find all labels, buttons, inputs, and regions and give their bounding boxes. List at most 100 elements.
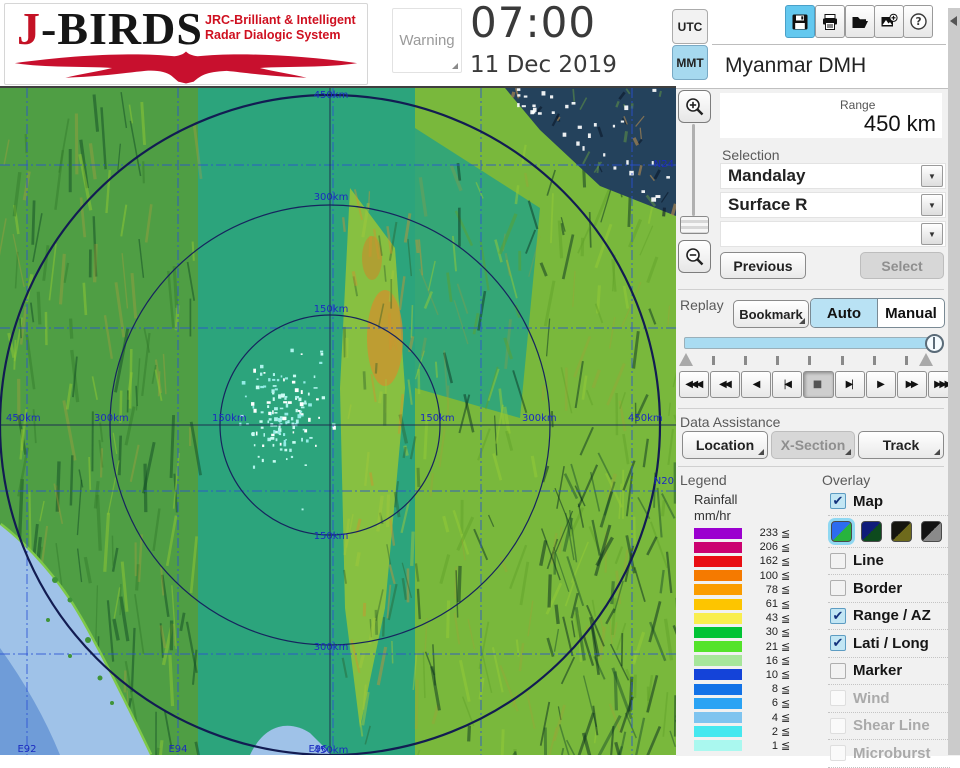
overlay-item-label: Wind (853, 690, 890, 707)
legend-value: 78 (742, 584, 778, 596)
clock-time: 07:00 (470, 0, 596, 47)
map-style-blue-green[interactable] (831, 521, 852, 542)
playback-jump-start-button[interactable]: ◀◀◀ (679, 371, 709, 398)
forward-fast-icon: ▶▶ (906, 379, 918, 390)
mmt-button[interactable]: MMT (672, 45, 708, 80)
save-button[interactable] (785, 5, 815, 38)
replay-slider-track[interactable] (684, 337, 934, 349)
legend-value: 233 (742, 527, 778, 539)
previous-button[interactable]: Previous (720, 252, 806, 279)
folder-icon (851, 13, 869, 31)
legend-color-swatch (694, 740, 742, 751)
unchecked-checkbox[interactable] (830, 690, 846, 706)
chevron-down-icon[interactable]: ▼ (921, 223, 943, 245)
overlay-item-label: Map (853, 493, 883, 510)
track-button[interactable]: Track (858, 431, 944, 459)
play-icon: ▶ (877, 379, 884, 390)
checked-checkbox[interactable]: ✔ (830, 635, 846, 651)
warning-button[interactable]: Warning (392, 8, 462, 73)
auto-button[interactable]: Auto (811, 299, 878, 327)
extra-dropdown[interactable]: ▼ (720, 221, 946, 247)
legend-value: 2 (742, 726, 778, 738)
product-dropdown[interactable]: Surface R ▼ (720, 192, 946, 218)
header-divider (712, 44, 946, 45)
unchecked-checkbox[interactable] (830, 718, 846, 734)
overlay-item-shear-line[interactable]: Shear Line (828, 713, 950, 741)
playback-play-button[interactable]: ▶ (866, 371, 896, 398)
radar-map-canvas[interactable]: 450km300km150km150km300km450km450km300km… (0, 88, 676, 755)
legend-color-swatch (694, 712, 742, 723)
playback-rewind-fast-button[interactable]: ◀◀ (710, 371, 740, 398)
slider-tick (712, 356, 715, 365)
header: J-BIRDS JRC-Brilliant & Intelligent Rada… (0, 0, 960, 88)
legend-value: 61 (742, 598, 778, 610)
panel-edge-strip[interactable] (948, 8, 960, 755)
radar-map[interactable]: 450km300km150km150km300km450km450km300km… (0, 86, 676, 755)
overlay-item-line[interactable]: Line (828, 548, 950, 576)
overlay-item-lati-long[interactable]: ✔Lati / Long (828, 630, 950, 658)
replay-slider-handle[interactable] (925, 334, 944, 353)
utc-button[interactable]: UTC (672, 9, 708, 44)
print-button[interactable] (815, 5, 845, 38)
legend-row: 10≦ (678, 668, 810, 682)
zoom-slider-track[interactable] (692, 124, 695, 216)
help-button[interactable]: ? (903, 5, 933, 38)
x-section-button[interactable]: X-Section (771, 431, 855, 459)
overlay-item-map[interactable]: ✔ Map (828, 488, 950, 516)
unchecked-checkbox[interactable] (830, 745, 846, 761)
unchecked-checkbox[interactable] (830, 553, 846, 569)
legend-title: Rainfall (694, 492, 737, 507)
legend-operator: ≦ (781, 555, 790, 568)
checked-checkbox[interactable]: ✔ (830, 608, 846, 624)
map-style-black-olive[interactable] (891, 521, 912, 542)
overlay-item-microburst[interactable]: Microburst (828, 740, 950, 768)
svg-text:N24: N24 (654, 159, 674, 170)
map-style-navy-darkgreen[interactable] (861, 521, 882, 542)
capture-button[interactable] (874, 5, 904, 38)
legend-color-swatch (694, 584, 742, 595)
checked-checkbox[interactable]: ✔ (830, 493, 846, 509)
playback-rewind-button[interactable]: ◀ (741, 371, 771, 398)
radar-site-dropdown[interactable]: Mandalay ▼ (720, 163, 946, 189)
overlay-item-marker[interactable]: Marker (828, 658, 950, 686)
svg-text:E92: E92 (17, 744, 36, 755)
map-style-black-gray[interactable] (921, 521, 942, 542)
legend-unit: mm/hr (694, 508, 731, 523)
location-button[interactable]: Location (682, 431, 768, 459)
manual-button[interactable]: Manual (878, 299, 944, 327)
legend-operator: ≦ (781, 640, 790, 653)
legend-operator: ≦ (781, 668, 790, 681)
overlay-item-label: Marker (853, 662, 902, 679)
playback-forward-fast-button[interactable]: ▶▶ (897, 371, 927, 398)
zoom-in-button[interactable] (678, 90, 711, 123)
collapse-panel-icon[interactable] (950, 16, 957, 26)
legend-color-swatch (694, 613, 742, 624)
svg-text:450km: 450km (6, 413, 41, 424)
slider-start-marker[interactable] (679, 353, 693, 366)
slider-end-marker[interactable] (919, 353, 933, 366)
unchecked-checkbox[interactable] (830, 580, 846, 596)
legend-value: 6 (742, 697, 778, 709)
legend-color-swatch (694, 556, 742, 567)
data-assistance-label: Data Assistance (680, 414, 780, 430)
svg-text:150km: 150km (420, 413, 455, 424)
open-folder-button[interactable] (845, 5, 875, 38)
playback-stop-button[interactable]: ■ (803, 371, 833, 398)
image-plus-icon (880, 13, 898, 31)
zoom-slider-handle[interactable] (680, 216, 709, 234)
playback-step-forward-button[interactable]: ▶| (835, 371, 865, 398)
overlay-item-range-az[interactable]: ✔Range / AZ (828, 603, 950, 631)
overlay-item-border[interactable]: Border (828, 575, 950, 603)
select-button[interactable]: Select (860, 252, 944, 279)
chevron-down-icon[interactable]: ▼ (921, 194, 943, 216)
overlay-item-wind[interactable]: Wind (828, 685, 950, 713)
chevron-down-icon[interactable]: ▼ (921, 165, 943, 187)
playback-step-back-button[interactable]: |◀ (772, 371, 802, 398)
legend-color-swatch (694, 542, 742, 553)
unchecked-checkbox[interactable] (830, 663, 846, 679)
svg-text:300km: 300km (314, 192, 349, 203)
slider-tick (905, 356, 908, 365)
save-icon (791, 13, 809, 31)
zoom-out-button[interactable] (678, 240, 711, 273)
bookmark-button[interactable]: Bookmark (733, 300, 809, 328)
